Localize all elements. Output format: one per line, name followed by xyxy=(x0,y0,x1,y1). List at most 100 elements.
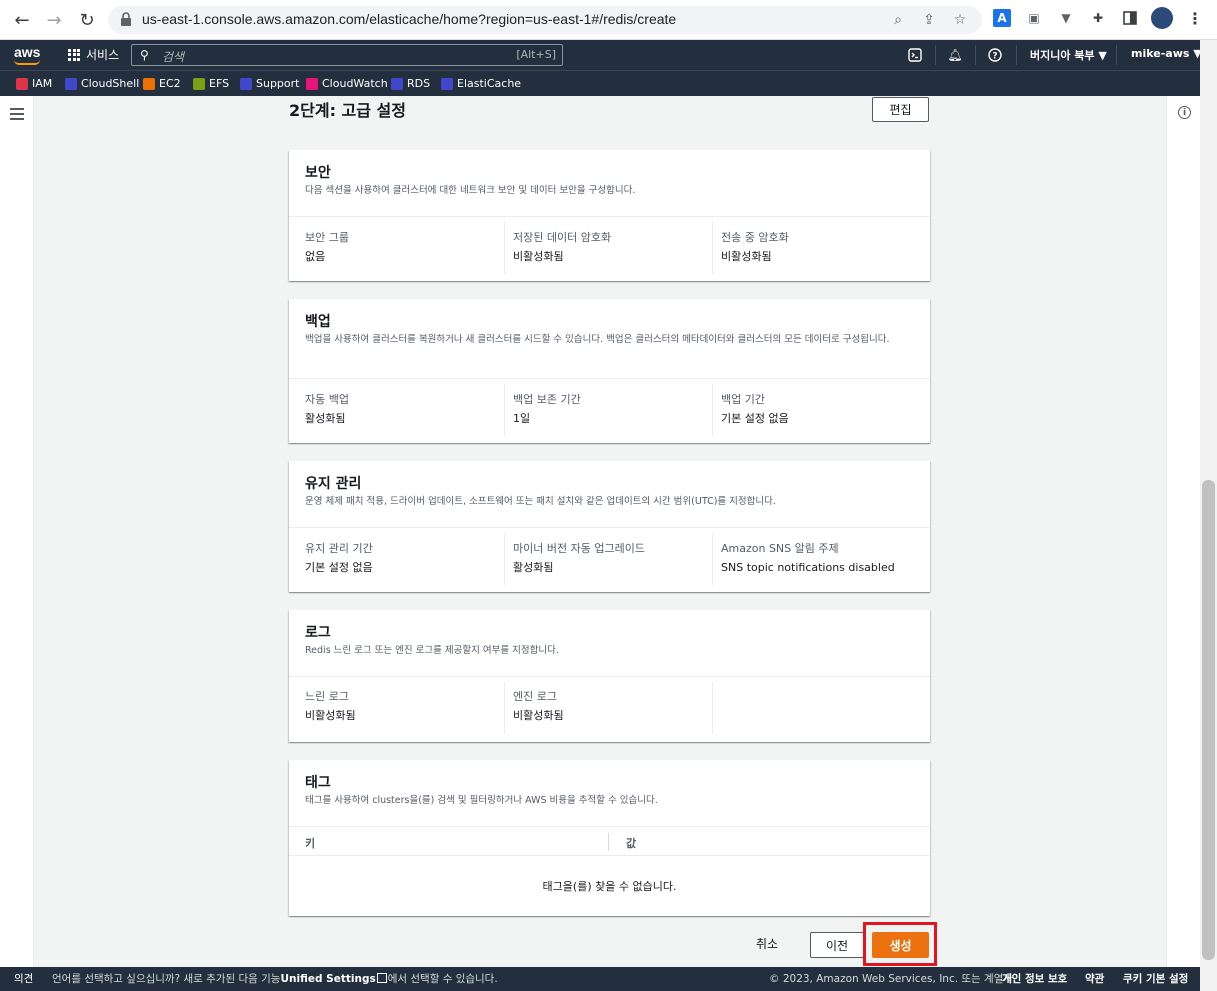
sns-topic-field: Amazon SNS 알림 주제 SNS topic notifications… xyxy=(721,542,895,574)
security-group-field: 보안 그룹 없음 xyxy=(305,231,349,263)
logs-panel: 로그 Redis 느린 로그 또는 엔진 로그를 제공할지 여부를 지정합니다.… xyxy=(289,610,930,742)
puzzle-extensions-icon[interactable]: ✚ xyxy=(1089,9,1107,27)
scrollbar-thumb[interactable] xyxy=(1202,480,1215,960)
extension-icon[interactable]: ▣ xyxy=(1025,9,1043,27)
tag-value-column-header: 값 xyxy=(626,837,637,850)
cloudshell-icon xyxy=(65,77,77,90)
grid-icon xyxy=(68,48,80,61)
favorite-rds[interactable]: RDS xyxy=(391,77,430,90)
column-divider xyxy=(504,222,505,274)
profile-avatar[interactable] xyxy=(1151,7,1173,29)
favorite-iam[interactable]: IAM xyxy=(16,77,52,90)
cloudshell-icon[interactable] xyxy=(907,47,923,63)
privacy-link[interactable]: 개인 정보 보호 xyxy=(1002,971,1067,986)
zoom-icon[interactable]: ⌕ xyxy=(888,10,908,30)
tags-table-header: 키 값 xyxy=(289,826,930,856)
divider xyxy=(289,527,930,528)
backup-panel: 백업 백업을 사용하여 클러스터를 복원하거나 새 클러스터를 시드할 수 있습… xyxy=(289,299,930,443)
account-menu[interactable]: mike-aws ▼ xyxy=(1131,47,1202,60)
address-bar[interactable]: us-east-1.console.aws.amazon.com/elastic… xyxy=(108,6,982,34)
hamburger-menu-icon[interactable] xyxy=(10,108,24,120)
share-icon[interactable]: ⇪ xyxy=(919,10,939,30)
favorite-cloudwatch[interactable]: CloudWatch xyxy=(306,77,388,90)
backup-retention-field: 백업 보존 기간 1일 xyxy=(513,393,581,425)
divider xyxy=(289,378,930,379)
back-icon[interactable]: ← xyxy=(10,8,34,32)
security-panel: 보안 다음 섹션을 사용하여 클러스터에 대한 네트워크 보안 및 데이터 보안… xyxy=(289,150,930,281)
language-notice: 언어를 선택하고 싶으십니까? 새로 추가된 다음 기능Unified Sett… xyxy=(52,973,498,985)
tag-key-column-header: 키 xyxy=(305,837,316,850)
previous-button[interactable]: 이전 xyxy=(810,932,864,958)
notifications-bell-icon[interactable]: 🔔︎ xyxy=(947,47,963,63)
services-menu-button[interactable]: 서비스 xyxy=(68,46,119,63)
header-divider xyxy=(1116,45,1117,65)
page-title: 2단계: 고급 설정 xyxy=(289,101,406,120)
ec2-icon xyxy=(143,77,155,90)
console-footer: 의견 언어를 선택하고 싶으십니까? 새로 추가된 다음 기능Unified S… xyxy=(0,967,1200,991)
copyright-text: © 2023, Amazon Web Services, Inc. 또는 계열사… xyxy=(769,973,1017,985)
tags-empty-message: 태그을(를) 찾을 수 없습니다. xyxy=(542,880,677,893)
side-panel-icon[interactable] xyxy=(1121,9,1139,27)
encryption-in-transit-field: 전송 중 암호화 비활성화됨 xyxy=(721,231,789,263)
unified-settings-link[interactable]: Unified Settings xyxy=(280,973,375,985)
iam-icon xyxy=(16,77,28,90)
favorite-ec2[interactable]: EC2 xyxy=(143,77,181,90)
cloudwatch-icon xyxy=(306,77,318,90)
column-divider xyxy=(608,833,609,851)
url-text[interactable]: us-east-1.console.aws.amazon.com/elastic… xyxy=(142,11,676,27)
lock-icon xyxy=(121,12,131,26)
help-icon[interactable]: ? xyxy=(987,47,1003,63)
vue-extension-icon[interactable]: ▼ xyxy=(1057,9,1075,27)
aws-logo[interactable]: aws xyxy=(14,44,40,60)
tags-description: 태그를 사용하여 clusters을(를) 검색 및 필터링하거나 AWS 비용… xyxy=(305,795,658,806)
favorite-cloudshell[interactable]: CloudShell xyxy=(65,77,139,90)
favorite-efs[interactable]: EFS xyxy=(193,77,229,90)
logs-title: 로그 xyxy=(305,625,331,641)
engine-log-field: 엔진 로그 비활성화됨 xyxy=(513,690,564,722)
header-divider xyxy=(975,45,976,65)
maintenance-window-field: 유지 관리 기간 기본 설정 없음 xyxy=(305,542,373,574)
elasticache-icon xyxy=(441,77,453,90)
divider xyxy=(289,676,930,677)
security-description: 다음 섹션을 사용하여 클러스터에 대한 네트워크 보안 및 데이터 보안을 구… xyxy=(305,185,636,196)
cancel-button[interactable]: 취소 xyxy=(756,935,778,952)
search-input[interactable]: ⚲ 검색 [Alt+S] xyxy=(131,44,563,66)
maintenance-panel: 유지 관리 운영 체제 패치 적용, 드라이버 업데이트, 소프트웨어 또는 패… xyxy=(289,461,930,592)
efs-icon xyxy=(193,77,205,90)
maintenance-title: 유지 관리 xyxy=(305,476,362,492)
tags-title: 태그 xyxy=(305,775,331,791)
reload-icon[interactable]: ↻ xyxy=(75,8,99,32)
region-selector[interactable]: 버지니아 북부 ▼ xyxy=(1030,47,1107,63)
info-icon[interactable]: i xyxy=(1178,106,1191,119)
terms-link[interactable]: 약관 xyxy=(1085,971,1104,986)
bookmark-star-icon[interactable]: ☆ xyxy=(950,10,970,30)
column-divider xyxy=(712,533,713,585)
navigation-rail xyxy=(0,96,34,967)
maintenance-description: 운영 체제 패치 적용, 드라이버 업데이트, 소프트웨어 또는 패치 설치와 … xyxy=(305,496,776,507)
translate-extension-icon[interactable]: A xyxy=(993,9,1011,27)
feedback-link[interactable]: 의견 xyxy=(14,971,33,986)
header-divider xyxy=(935,45,936,65)
cookie-preferences-link[interactable]: 쿠키 기본 설정 xyxy=(1123,971,1188,986)
services-label: 서비스 xyxy=(86,48,120,62)
search-icon: ⚲ xyxy=(140,48,149,62)
column-divider xyxy=(504,533,505,585)
minor-version-upgrade-field: 마이너 버전 자동 업그레이드 활성화됨 xyxy=(513,542,645,574)
favorite-support[interactable]: Support xyxy=(240,77,299,90)
favorite-elasticache[interactable]: ElastiCache xyxy=(441,77,521,90)
support-icon xyxy=(240,77,252,90)
forward-icon[interactable]: → xyxy=(42,8,66,32)
encryption-at-rest-field: 저장된 데이터 암호화 비활성화됨 xyxy=(513,231,612,263)
aws-logo-smile-icon xyxy=(14,60,40,65)
create-button[interactable]: 생성 xyxy=(872,932,929,958)
edit-button[interactable]: 편집 xyxy=(872,97,929,122)
aws-console-header: aws 서비스 ⚲ 검색 [Alt+S] 🔔︎ ? 버지니아 북부 ▼ mike… xyxy=(0,40,1202,70)
favorites-bar: IAM CloudShell EC2 EFS Support CloudWatc… xyxy=(0,70,1200,96)
logs-description: Redis 느린 로그 또는 엔진 로그를 제공할지 여부를 지정합니다. xyxy=(305,645,559,656)
search-placeholder: 검색 xyxy=(162,50,185,64)
backup-description: 백업을 사용하여 클러스터를 복원하거나 새 클러스터를 시드할 수 있습니다.… xyxy=(305,334,890,345)
column-divider xyxy=(712,682,713,734)
browser-toolbar: ← → ↻ us-east-1.console.aws.amazon.com/e… xyxy=(0,0,1217,40)
rds-icon xyxy=(391,77,403,90)
menu-kebab-icon[interactable]: ⋮ xyxy=(1186,9,1204,28)
